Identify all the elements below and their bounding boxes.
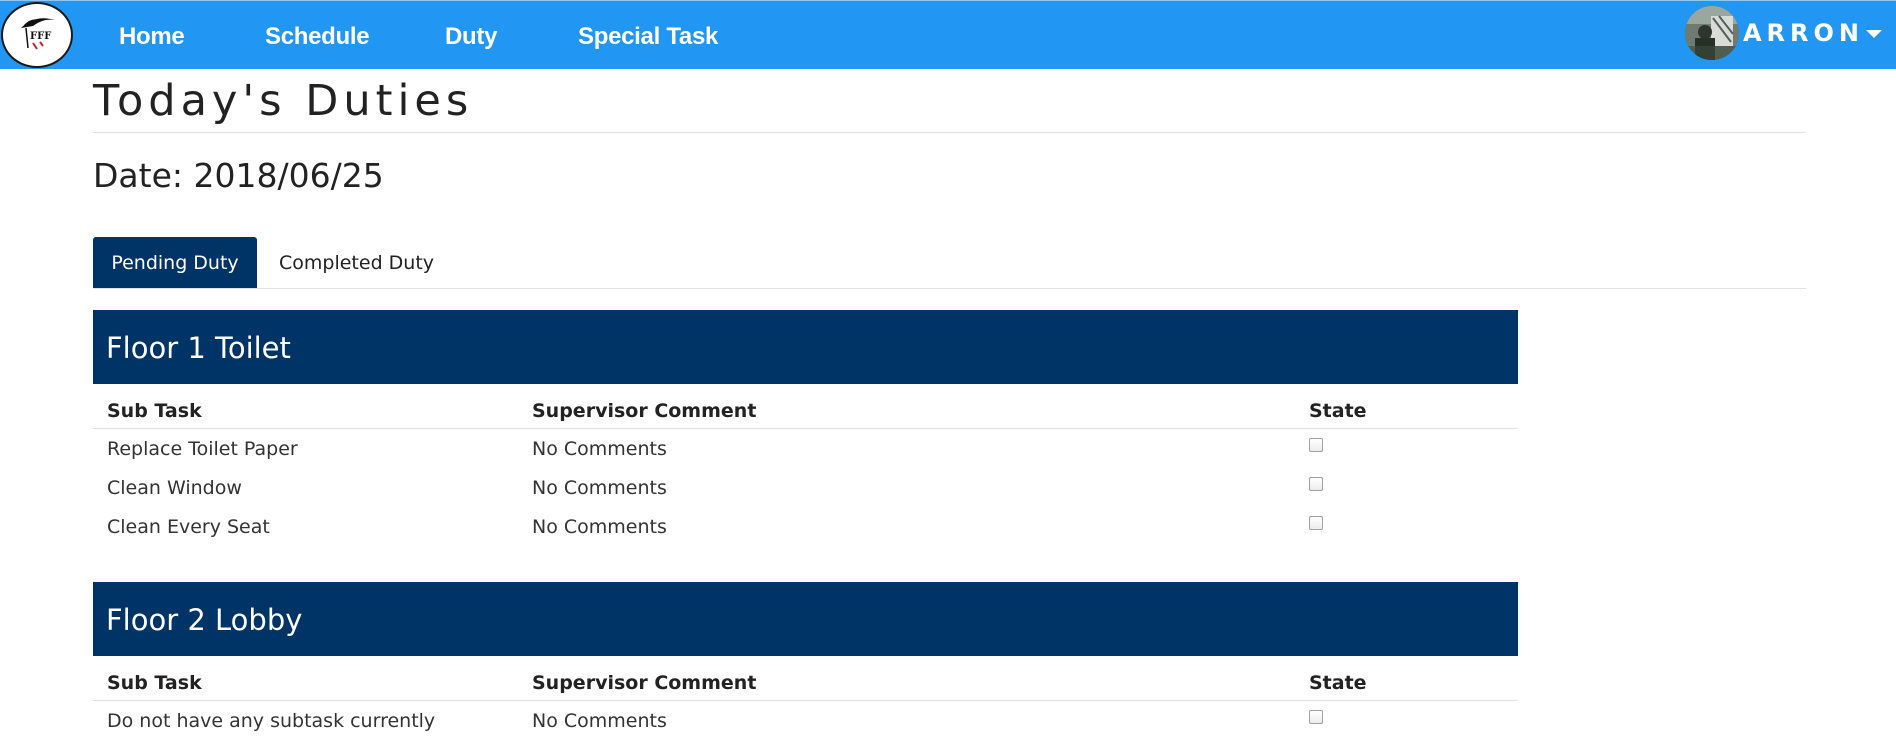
- table-row: Clean Every Seat No Comments: [93, 507, 1518, 546]
- comment-cell: No Comments: [518, 429, 1295, 469]
- state-checkbox[interactable]: [1309, 710, 1323, 724]
- comment-cell: No Comments: [518, 468, 1295, 507]
- state-cell: [1295, 701, 1518, 740]
- chevron-down-icon: [1866, 30, 1882, 38]
- logo-icon: FFF: [3, 4, 73, 68]
- table-row: Replace Toilet Paper No Comments: [93, 429, 1518, 469]
- subtask-table: Sub Task Supervisor Comment State Do not…: [93, 666, 1518, 740]
- logo[interactable]: FFF: [1, 2, 73, 68]
- duty-section-floor-2-lobby: Floor 2 Lobby Sub Task Supervisor Commen…: [93, 582, 1518, 740]
- table-header-row: Sub Task Supervisor Comment State: [93, 394, 1518, 429]
- column-header-sub-task: Sub Task: [93, 666, 518, 701]
- column-header-sub-task: Sub Task: [93, 394, 518, 429]
- column-header-state: State: [1295, 666, 1518, 701]
- table-header-row: Sub Task Supervisor Comment State: [93, 666, 1518, 701]
- state-cell: [1295, 429, 1518, 469]
- state-checkbox[interactable]: [1309, 516, 1323, 530]
- duty-section-floor-1-toilet: Floor 1 Toilet Sub Task Supervisor Comme…: [93, 310, 1518, 546]
- user-name: ARRON: [1743, 19, 1864, 47]
- subtask-table: Sub Task Supervisor Comment State Replac…: [93, 394, 1518, 546]
- column-header-state: State: [1295, 394, 1518, 429]
- tab-completed-duty[interactable]: Completed Duty: [279, 237, 434, 288]
- state-checkbox[interactable]: [1309, 438, 1323, 452]
- top-navbar: FFF Home Schedule Duty Special Task ARRO…: [0, 0, 1896, 69]
- tab-pending-duty[interactable]: Pending Duty: [93, 237, 257, 288]
- page-title: Today's Duties: [93, 76, 473, 126]
- comment-cell: No Comments: [518, 701, 1295, 740]
- state-cell: [1295, 507, 1518, 546]
- user-menu[interactable]: ARRON: [1685, 7, 1882, 59]
- avatar-photo-icon: [1685, 6, 1739, 60]
- sub-task-cell: Do not have any subtask currently: [93, 701, 518, 740]
- nav-schedule[interactable]: Schedule: [265, 1, 369, 70]
- sub-task-cell: Clean Window: [93, 468, 518, 507]
- avatar: [1685, 6, 1739, 60]
- state-checkbox[interactable]: [1309, 477, 1323, 491]
- nav-special-task[interactable]: Special Task: [578, 1, 718, 70]
- nav-home[interactable]: Home: [119, 1, 184, 70]
- comment-cell: No Comments: [518, 507, 1295, 546]
- column-header-supervisor-comment: Supervisor Comment: [518, 666, 1295, 701]
- date-label: Date: 2018/06/25: [93, 156, 384, 195]
- section-title: Floor 1 Toilet: [93, 310, 1518, 384]
- nav-duty[interactable]: Duty: [445, 1, 497, 70]
- tabs-divider: [93, 288, 1806, 289]
- table-row: Clean Window No Comments: [93, 468, 1518, 507]
- sub-task-cell: Replace Toilet Paper: [93, 429, 518, 469]
- title-divider: [93, 132, 1806, 133]
- svg-text:FFF: FFF: [30, 31, 51, 42]
- table-row: Do not have any subtask currently No Com…: [93, 701, 1518, 740]
- state-cell: [1295, 468, 1518, 507]
- sub-task-cell: Clean Every Seat: [93, 507, 518, 546]
- column-header-supervisor-comment: Supervisor Comment: [518, 394, 1295, 429]
- section-title: Floor 2 Lobby: [93, 582, 1518, 656]
